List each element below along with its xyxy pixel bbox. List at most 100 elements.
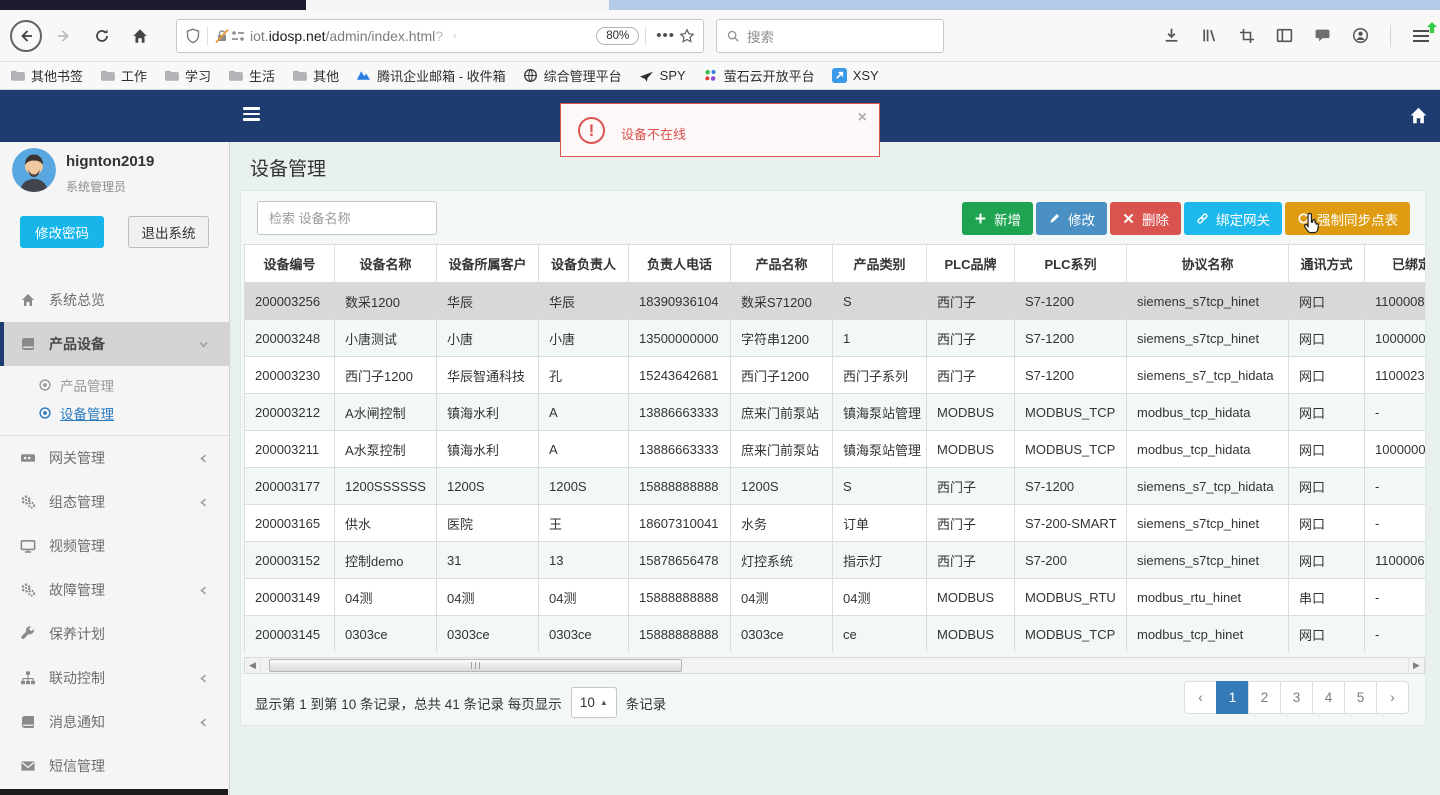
sidebar-subitem-设备管理[interactable]: 设备管理 bbox=[0, 399, 229, 427]
scroll-left-arrow-icon[interactable]: ◀ bbox=[245, 658, 261, 673]
bookmark-item[interactable]: 其他书签 bbox=[10, 66, 83, 85]
url-bar[interactable]: iot.idosp.net/admin/index.html? ‹ 80% ••… bbox=[176, 18, 704, 53]
bookmark-item[interactable]: XSY bbox=[831, 68, 879, 83]
alert-close-icon[interactable]: × bbox=[858, 109, 867, 127]
bookmark-item[interactable]: 腾讯企业邮箱 - 收件箱 bbox=[356, 66, 506, 85]
alert-message: 设备不在线 bbox=[621, 127, 687, 142]
book-icon bbox=[20, 714, 36, 730]
column-header[interactable]: 产品名称 bbox=[730, 244, 833, 283]
page-button-3[interactable]: 3 bbox=[1280, 681, 1313, 714]
column-header[interactable]: 已绑定网关 bbox=[1364, 244, 1425, 283]
column-header[interactable]: PLC系列 bbox=[1014, 244, 1127, 283]
permissions-icon[interactable] bbox=[230, 28, 246, 44]
sidebar-item-系统总览[interactable]: 系统总览 bbox=[0, 278, 229, 322]
column-header[interactable]: 设备负责人 bbox=[538, 244, 629, 283]
table-row[interactable]: 200003230 西门子1200 华辰智通科技孔 15243642681 西门子120… bbox=[244, 356, 1425, 394]
sidebar-item-故障管理[interactable]: 故障管理 bbox=[0, 568, 229, 612]
table-cell: MODBUS_TCP bbox=[1014, 615, 1127, 652]
back-button[interactable] bbox=[10, 19, 42, 52]
column-header[interactable]: 负责人电话 bbox=[628, 244, 731, 283]
sidebar-item-联动控制[interactable]: 联动控制 bbox=[0, 656, 229, 700]
force-sync-button[interactable]: 强制同步点表 bbox=[1285, 202, 1410, 235]
sidebar-item-组态管理[interactable]: 组态管理 bbox=[0, 480, 229, 524]
page-button-1[interactable]: 1 bbox=[1216, 681, 1249, 714]
bookmark-star-icon[interactable] bbox=[679, 27, 695, 44]
column-header[interactable]: 设备名称 bbox=[334, 244, 437, 283]
user-role: 系统管理员 bbox=[66, 180, 127, 194]
sidebar-item-保养计划[interactable]: 保养计划 bbox=[0, 612, 229, 656]
page-size-select[interactable]: 10 ▲ bbox=[570, 687, 617, 718]
library-icon[interactable] bbox=[1201, 27, 1218, 44]
logout-button[interactable]: 退出系统 bbox=[128, 216, 209, 248]
table-cell: 1000000 bbox=[1364, 430, 1425, 468]
table-row[interactable]: 200003248 小唐测试 小唐 小唐 13500000000 字符串1200 1 西门子 S… bbox=[244, 319, 1425, 357]
table-cell: 华辰智通科技 bbox=[436, 356, 539, 394]
page-button-4[interactable]: 4 bbox=[1312, 681, 1345, 714]
page-actions-icon[interactable]: ••• bbox=[656, 27, 675, 44]
table-row[interactable]: 200003145 0303ce 0303ce 0303ce 15888888888 03… bbox=[244, 615, 1425, 652]
table-row[interactable]: 200003177 1200SSSSSS 1200S 1200S 15888888888… bbox=[244, 467, 1425, 505]
url-text[interactable]: iot.idosp.net/admin/index.html? bbox=[250, 28, 443, 44]
sidebar-item-产品设备[interactable]: 产品设备 bbox=[0, 322, 229, 366]
table-row[interactable]: 200003211 A水泵控制 镇海水利 A 13886663333 庶来门前泵站 镇海泵站… bbox=[244, 430, 1425, 468]
change-password-button[interactable]: 修改密码 bbox=[20, 216, 104, 248]
column-header[interactable]: 设备编号 bbox=[244, 244, 335, 283]
page-button-2[interactable]: 2 bbox=[1248, 681, 1281, 714]
scroll-right-arrow-icon[interactable]: ▶ bbox=[1408, 658, 1424, 673]
delete-button[interactable]: 删除 bbox=[1110, 202, 1181, 235]
column-header[interactable]: 设备所属客户 bbox=[436, 244, 539, 283]
bookmark-item[interactable]: 学习 bbox=[164, 66, 211, 85]
table-row[interactable]: 200003165 供水 医院王 18607310041 水务 订单 西门子 S7-200-S… bbox=[244, 504, 1425, 542]
column-header[interactable]: 协议名称 bbox=[1126, 244, 1289, 283]
sidebar-item-网关管理[interactable]: 网关管理 bbox=[0, 436, 229, 480]
prev-page-button[interactable]: ‹ bbox=[1184, 681, 1217, 714]
add-button[interactable]: 新增 bbox=[962, 202, 1033, 235]
column-header[interactable]: 产品类别 bbox=[832, 244, 927, 283]
button-label: 新增 bbox=[994, 212, 1021, 228]
table-row[interactable]: 200003256 数采1200 华辰 华辰 18390936104 数采S71200 S 西… bbox=[244, 282, 1425, 320]
device-search-input[interactable] bbox=[257, 201, 437, 235]
bookmark-item[interactable]: 工作 bbox=[100, 66, 147, 85]
sidebar-subitem-产品管理[interactable]: 产品管理 bbox=[0, 371, 229, 399]
tabstrip-active-tab[interactable] bbox=[306, 0, 609, 10]
sidebar-item-消息通知[interactable]: 消息通知 bbox=[0, 700, 229, 744]
bind-gateway-button[interactable]: 绑定网关 bbox=[1184, 202, 1282, 235]
app-home-icon[interactable] bbox=[1409, 106, 1428, 125]
next-page-button[interactable]: › bbox=[1376, 681, 1409, 714]
sidebar-item-label: 系统总览 bbox=[49, 292, 105, 308]
tracking-shield-icon[interactable] bbox=[185, 28, 201, 44]
browser-search-bar[interactable]: 搜索 bbox=[716, 18, 944, 53]
bookmark-item[interactable]: 其他 bbox=[292, 66, 339, 85]
home-button[interactable] bbox=[124, 20, 156, 52]
forward-button[interactable] bbox=[48, 20, 80, 52]
table-row[interactable]: 200003152 控制demo 31 13 15878656478 灯控系统 指示灯 西门子… bbox=[244, 541, 1425, 579]
message-bubble-icon[interactable] bbox=[1314, 27, 1331, 44]
folder-icon bbox=[228, 68, 243, 83]
table-cell: 供水 bbox=[334, 504, 437, 542]
horizontal-scrollbar[interactable]: ◀ ▶ bbox=[244, 657, 1425, 674]
scrollbar-thumb[interactable] bbox=[269, 659, 682, 672]
table-cell: MODBUS bbox=[926, 578, 1015, 616]
avatar[interactable] bbox=[12, 148, 56, 192]
zoom-level-badge[interactable]: 80% bbox=[596, 26, 640, 45]
table-row[interactable]: 200003149 04测 04测 04测 15888888888 04测 04测 MODBU… bbox=[244, 578, 1425, 616]
account-icon[interactable] bbox=[1352, 27, 1369, 44]
edit-button[interactable]: 修改 bbox=[1036, 202, 1107, 235]
bookmark-item[interactable]: 萤石云开放平台 bbox=[703, 66, 815, 85]
bookmark-item[interactable]: 生活 bbox=[228, 66, 275, 85]
sidebar-toggle-icon[interactable] bbox=[1276, 27, 1293, 44]
page-button-5[interactable]: 5 bbox=[1344, 681, 1377, 714]
table-row[interactable]: 200003212 A水闸控制 镇海水利 A 13886663333 庶来门前泵站 镇海泵站… bbox=[244, 393, 1425, 431]
bookmark-item[interactable]: 综合管理平台 bbox=[523, 66, 622, 85]
sidebar-item-短信管理[interactable]: 短信管理 bbox=[0, 744, 229, 788]
reload-button[interactable] bbox=[86, 20, 118, 52]
menu-button[interactable] bbox=[1412, 21, 1437, 44]
screenshot-icon[interactable] bbox=[1239, 28, 1255, 44]
download-icon[interactable] bbox=[1163, 27, 1180, 44]
sidebar-collapse-button[interactable] bbox=[243, 107, 260, 124]
sidebar-item-视频管理[interactable]: 视频管理 bbox=[0, 524, 229, 568]
bookmark-item[interactable]: SPY bbox=[639, 68, 686, 83]
insecure-lock-icon[interactable] bbox=[214, 28, 230, 44]
column-header[interactable]: PLC品牌 bbox=[926, 244, 1015, 283]
column-header[interactable]: 通讯方式 bbox=[1288, 244, 1365, 283]
